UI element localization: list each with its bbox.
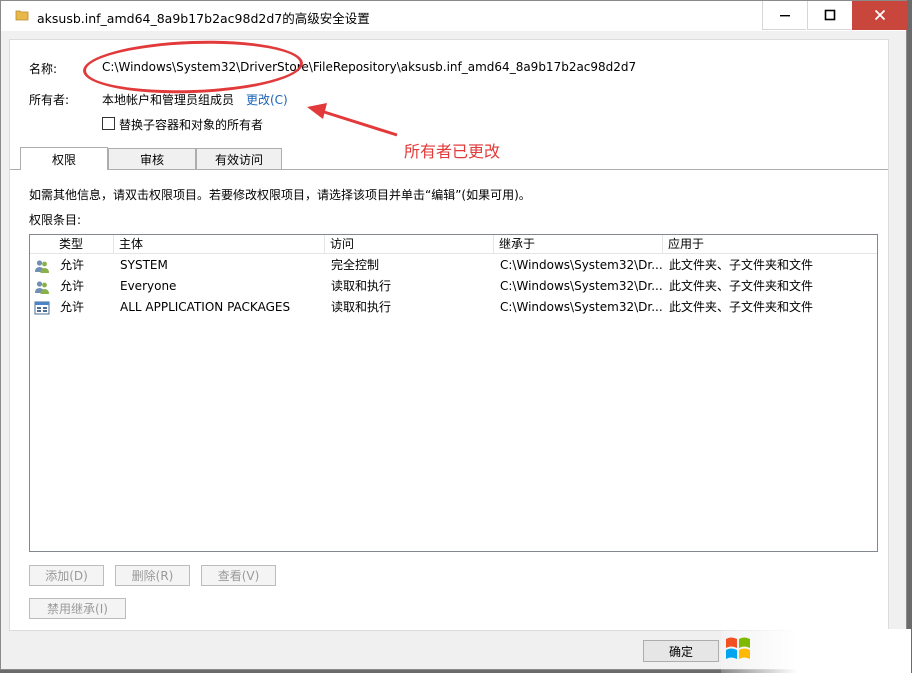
row-applies-to: 此文件夹、子文件夹和文件 [669, 258, 814, 272]
users-icon [35, 260, 49, 273]
owner-change-link[interactable]: 更改(C) [246, 91, 288, 108]
column-header-applies-to[interactable]: 应用于 [663, 235, 877, 254]
maximize-button[interactable] [807, 1, 851, 30]
row-type: 允许 [60, 300, 85, 314]
table-row[interactable]: 允许 Everyone 读取和执行 C:\Windows\System32\Dr… [30, 276, 877, 297]
owner-label: 所有者: [29, 93, 70, 107]
row-applies-to: 此文件夹、子文件夹和文件 [669, 279, 814, 293]
row-inherited-from: C:\Windows\System32\Dr... [500, 258, 663, 272]
permission-entries-list[interactable]: 类型 主体 访问 继承于 应用于 允许 SYSTEM 完全控制 C:\Windo… [29, 234, 878, 552]
permission-entries-label: 权限条目: [29, 213, 82, 227]
app-packages-icon [34, 301, 50, 315]
windows-logo-icon [726, 637, 750, 659]
ok-button[interactable]: 确定 [643, 640, 719, 662]
row-access: 读取和执行 [331, 300, 392, 314]
row-type: 允许 [60, 279, 85, 293]
row-principal: Everyone [120, 279, 177, 293]
row-inherited-from: C:\Windows\System32\Dr... [500, 300, 663, 314]
row-type: 允许 [60, 258, 85, 272]
row-access: 读取和执行 [331, 279, 392, 293]
close-button[interactable] [852, 1, 907, 30]
table-row[interactable]: 允许 SYSTEM 完全控制 C:\Windows\System32\Dr...… [30, 255, 877, 276]
view-button[interactable]: 查看(V) [201, 565, 276, 586]
maximize-icon [824, 9, 835, 21]
replace-owner-label: 替换子容器和对象的所有者 [119, 118, 264, 132]
security-settings-window: aksusb.inf_amd64_8a9b17b2ac98d2d7的高级安全设置… [0, 0, 911, 673]
replace-owner-checkbox[interactable] [102, 117, 115, 130]
row-inherited-from: C:\Windows\System32\Dr... [500, 279, 663, 293]
row-applies-to: 此文件夹、子文件夹和文件 [669, 300, 814, 314]
list-header: 类型 主体 访问 继承于 应用于 [30, 235, 877, 254]
table-row[interactable]: 允许 ALL APPLICATION PACKAGES 读取和执行 C:\Win… [30, 297, 877, 318]
minimize-icon [779, 15, 790, 17]
users-icon [35, 281, 49, 294]
name-label: 名称: [29, 62, 58, 76]
disable-inheritance-button[interactable]: 禁用继承(I) [29, 598, 126, 619]
tab-auditing[interactable]: 审核 [108, 148, 196, 169]
row-access: 完全控制 [331, 258, 380, 272]
close-icon [874, 9, 886, 21]
tab-effective-access[interactable]: 有效访问 [196, 148, 282, 169]
dialog-content: 名称: C:\Windows\System32\DriverStore\File… [9, 39, 889, 631]
column-header-type[interactable]: 类型 [54, 235, 114, 254]
annotation-text: 所有者已更改 [404, 142, 501, 161]
folder-icon [15, 10, 29, 21]
window-title: aksusb.inf_amd64_8a9b17b2ac98d2d7的高级安全设置 [37, 11, 370, 26]
column-header-principal[interactable]: 主体 [114, 235, 325, 254]
row-principal: ALL APPLICATION PACKAGES [120, 300, 291, 314]
annotation-arrow-icon [307, 103, 398, 137]
column-header-inherited-from[interactable]: 继承于 [494, 235, 663, 254]
permissions-hint: 如需其他信息，请双击权限项目。若要修改权限项目，请选择该项目并单击“编辑”(如果… [29, 188, 531, 202]
owner-value: 本地帐户和管理员组成员 [102, 93, 235, 107]
remove-button[interactable]: 删除(R) [115, 565, 190, 586]
title-bar: aksusb.inf_amd64_8a9b17b2ac98d2d7的高级安全设置 [1, 1, 907, 31]
minimize-button[interactable] [762, 1, 806, 30]
tab-permissions[interactable]: 权限 [20, 147, 108, 170]
add-button[interactable]: 添加(D) [29, 565, 104, 586]
row-principal: SYSTEM [120, 258, 168, 272]
column-header-access[interactable]: 访问 [325, 235, 494, 254]
tab-divider [10, 169, 888, 170]
